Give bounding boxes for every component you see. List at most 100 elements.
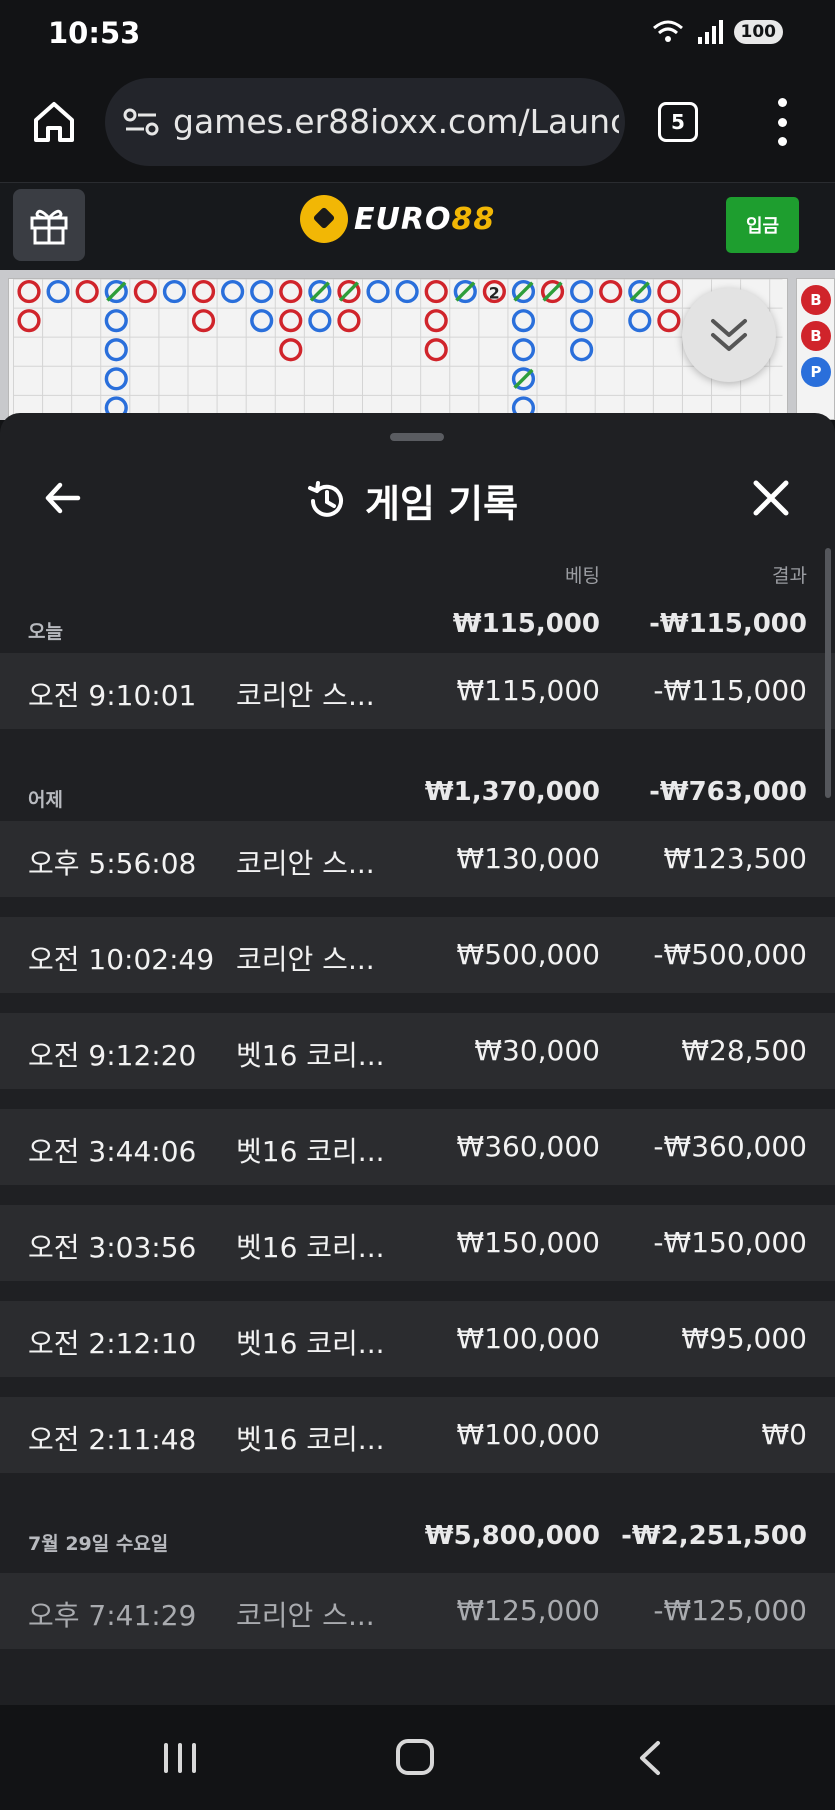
player-bead — [162, 279, 187, 304]
status-bar: 10:53 100 — [0, 0, 835, 66]
menu-dot — [777, 98, 787, 107]
row-result: ₩123,500 — [663, 842, 807, 875]
banker-bead — [17, 279, 41, 304]
day-result-total: -₩763,000 — [649, 777, 807, 807]
row-time: 오전 2:11:48 — [28, 1423, 197, 1456]
history-row[interactable]: 오전 2:12:10 벳16 코리... ₩100,000 ₩95,000 — [0, 1301, 835, 1377]
menu-dot — [777, 137, 787, 146]
row-result: -₩125,000 — [653, 1594, 807, 1627]
home-icon[interactable] — [28, 96, 80, 148]
banker-bead — [599, 279, 623, 304]
tie-count-marker: 2 — [489, 284, 500, 303]
banker-bead — [657, 309, 681, 333]
player-bead — [104, 309, 128, 333]
system-nav-bar — [0, 1705, 835, 1810]
banker-bead — [191, 279, 216, 304]
history-row[interactable]: 오전 2:11:48 벳16 코리... ₩100,000 ₩0 — [0, 1397, 835, 1473]
soccer-ball-icon — [300, 195, 348, 243]
history-row[interactable]: 오후 5:56:08 코리안 스... ₩130,000 ₩123,500 — [0, 821, 835, 897]
recent-apps-button[interactable] — [164, 1743, 196, 1773]
gift-button[interactable] — [13, 189, 85, 261]
banker-bead — [279, 338, 303, 362]
row-bet: ₩30,000 — [474, 1034, 600, 1067]
day-group-header: 오늘 ₩115,000 -₩115,000 — [0, 605, 835, 649]
game-history-sheet: 게임 기록 베팅 결과 오늘 ₩115,000 -₩115,000 오전 9:1… — [0, 413, 835, 1705]
history-row[interactable]: 오전 9:12:20 벳16 코리... ₩30,000 ₩28,500 — [0, 1013, 835, 1089]
site-logo[interactable]: EURO88 — [300, 195, 495, 243]
row-time: 오전 2:12:10 — [28, 1327, 197, 1360]
player-bead — [221, 279, 245, 304]
history-icon — [308, 480, 343, 517]
row-game: 코리안 스... — [236, 1599, 375, 1632]
player-bead — [570, 338, 594, 362]
logo-text: EURO88 — [354, 202, 495, 237]
row-game: 벳16 코리... — [236, 1327, 385, 1360]
player-bead — [511, 338, 536, 362]
logo-accent: 88 — [451, 201, 496, 237]
row-result: ₩0 — [761, 1418, 808, 1451]
recent-bar — [178, 1743, 182, 1773]
tab-switcher-button[interactable]: 5 — [658, 102, 698, 142]
address-bar[interactable]: games.er88ioxx.com/Launcl — [105, 78, 625, 166]
back-arrow-icon[interactable] — [40, 475, 86, 521]
collapse-toggle-button[interactable] — [682, 288, 776, 382]
row-bet: ₩130,000 — [456, 842, 600, 875]
url-text: games.er88ioxx.com/Launcl — [173, 102, 619, 141]
row-bet: ₩115,000 — [456, 674, 600, 707]
side-player-dot: P — [801, 357, 831, 387]
row-game: 벳16 코리... — [236, 1039, 385, 1072]
row-result: -₩360,000 — [653, 1130, 807, 1163]
close-icon[interactable] — [748, 475, 794, 521]
logo-main: EURO — [354, 201, 452, 237]
deposit-button[interactable]: 입금 — [726, 197, 799, 253]
banker-bead — [424, 309, 448, 333]
history-row[interactable]: 오전 10:02:49 코리안 스... ₩500,000 -₩500,000 — [0, 917, 835, 993]
day-bet-total: ₩115,000 — [452, 609, 600, 639]
sheet-header: 게임 기록 — [0, 453, 835, 543]
sheet-scrollbar[interactable] — [825, 548, 831, 798]
history-row[interactable]: 오전 3:03:56 벳16 코리... ₩150,000 -₩150,000 — [0, 1205, 835, 1281]
row-time: 오후 7:41:29 — [28, 1599, 197, 1632]
sheet-title: 게임 기록 — [305, 473, 518, 528]
player-bead — [104, 338, 128, 362]
row-result: ₩28,500 — [681, 1034, 807, 1067]
menu-dot — [777, 117, 787, 127]
column-header-bet: 베팅 — [565, 565, 600, 587]
row-bet: ₩125,000 — [456, 1594, 600, 1627]
row-game: 코리안 스... — [236, 943, 375, 976]
player-bead — [628, 309, 652, 333]
sheet-bottom-fade — [0, 1663, 835, 1705]
row-game: 벳16 코리... — [236, 1135, 385, 1168]
row-time: 오전 9:10:01 — [28, 679, 197, 712]
row-result: -₩115,000 — [653, 674, 807, 707]
banker-bead — [133, 279, 157, 304]
banker-bead — [657, 279, 681, 304]
browser-menu-button[interactable] — [770, 98, 794, 146]
sheet-grab-handle[interactable] — [390, 433, 444, 441]
banker-bead — [279, 309, 303, 333]
history-row[interactable]: 오전 9:10:01 코리안 스... ₩115,000 -₩115,000 — [0, 653, 835, 729]
side-banker-dot: B — [801, 285, 831, 315]
player-bead — [570, 309, 594, 333]
site-settings-icon[interactable] — [123, 106, 159, 138]
row-bet: ₩100,000 — [456, 1322, 600, 1355]
row-time: 오후 5:56:08 — [28, 847, 197, 880]
player-bead — [511, 309, 536, 333]
history-row[interactable]: 오전 3:44:06 벳16 코리... ₩360,000 -₩360,000 — [0, 1109, 835, 1185]
day-result-total: -₩115,000 — [649, 609, 807, 639]
player-bead — [308, 309, 332, 333]
banker-bead — [424, 338, 448, 362]
row-time: 오전 3:44:06 — [28, 1135, 197, 1168]
row-game: 벳16 코리... — [236, 1231, 385, 1264]
nav-back-icon[interactable] — [636, 1739, 664, 1777]
history-row[interactable]: 오후 7:41:29 코리안 스... ₩125,000 -₩125,000 — [0, 1573, 835, 1649]
nav-home-button[interactable] — [396, 1739, 434, 1775]
banker-bead — [75, 279, 99, 304]
day-bet-total: ₩1,370,000 — [424, 777, 600, 807]
row-time: 오전 9:12:20 — [28, 1039, 197, 1072]
row-time: 오전 10:02:49 — [28, 943, 215, 976]
day-group-header: 7월 29일 수요일 ₩5,800,000 -₩2,251,500 — [0, 1517, 835, 1561]
status-icons: 100 — [650, 18, 783, 46]
status-time: 10:53 — [48, 16, 141, 50]
recent-bar — [192, 1743, 196, 1773]
